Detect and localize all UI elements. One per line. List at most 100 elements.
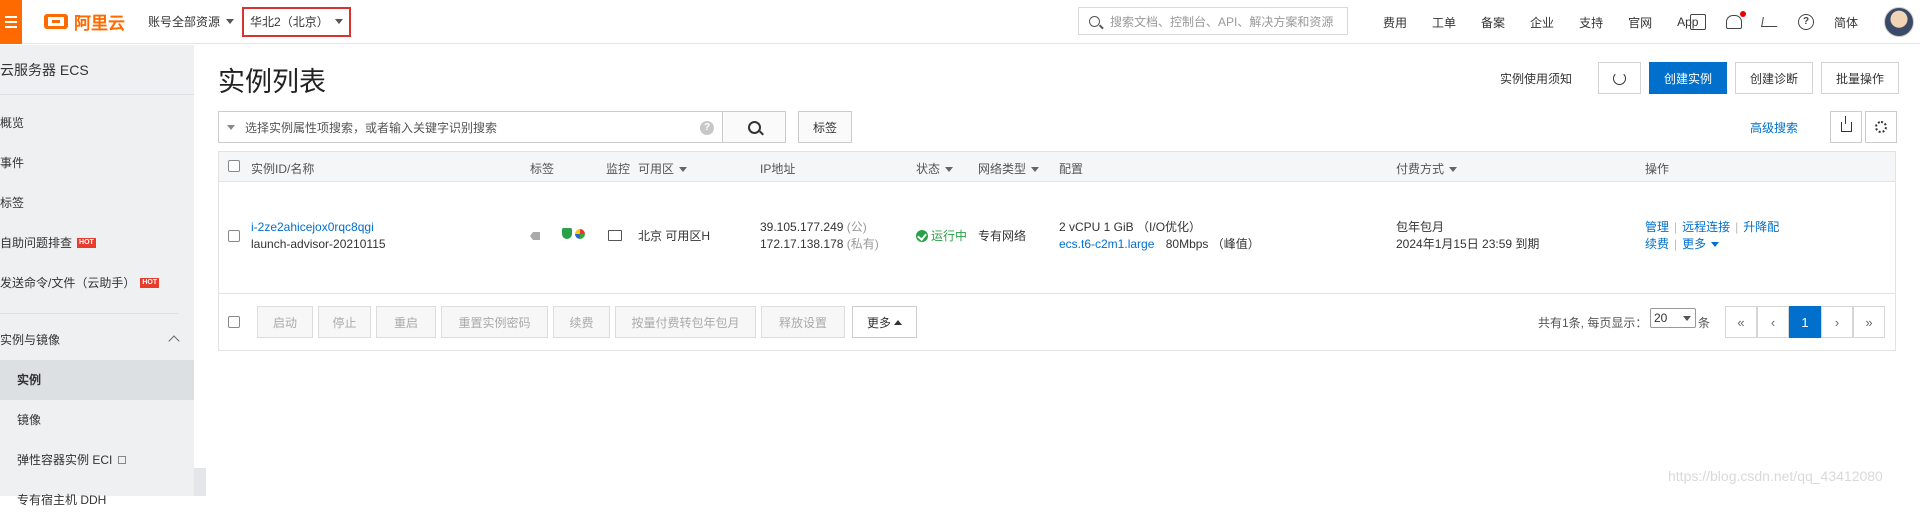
nav-fees[interactable]: 费用 (1383, 14, 1407, 31)
row-actions-line2: 续费 | 更多 (1645, 236, 1720, 253)
sidebar-item-eci[interactable]: 弹性容器实例 ECI (0, 440, 194, 480)
global-search-input[interactable]: 搜索文档、控制台、API、解决方案和资源 (1078, 7, 1348, 35)
create-instance-button[interactable]: 创建实例 (1648, 62, 1727, 94)
stop-button[interactable]: 停止 (318, 306, 371, 338)
help-icon[interactable]: ? (1798, 14, 1814, 30)
sidebar-item-label: 发送命令/文件（云助手） (0, 276, 136, 290)
sidebar-item-events[interactable]: 事件 (0, 143, 194, 183)
more-button[interactable]: 更多 (852, 306, 917, 338)
start-button[interactable]: 启动 (257, 306, 313, 338)
aliyun-logo[interactable]: 阿里云 (44, 9, 125, 34)
download-button[interactable] (1830, 111, 1862, 143)
refresh-button[interactable] (1597, 62, 1641, 94)
next-page-button[interactable]: › (1821, 306, 1853, 338)
sidebar-item-troubleshoot[interactable]: 自助问题排查 HOT (0, 223, 194, 263)
zone-value: 北京 可用区H (638, 229, 711, 243)
aliyun-logo-mark (44, 14, 68, 29)
watermark: https://blog.csdn.net/qq_43412080 (1668, 468, 1883, 484)
search-button[interactable] (723, 111, 786, 143)
console-icon[interactable] (1690, 14, 1706, 30)
sidebar-item-tags[interactable]: 标签 (0, 183, 194, 223)
select-all-checkbox[interactable] (228, 160, 240, 172)
download-icon (1840, 116, 1852, 132)
table-row: i-2ze2ahicejox0rqc8qgi launch-advisor-20… (219, 182, 1895, 294)
help-icon[interactable]: ? (700, 121, 714, 135)
account-label: 账号全部资源 (148, 15, 221, 29)
more-actions-dropdown[interactable]: 更多 (1682, 237, 1720, 251)
page-1-button[interactable]: 1 (1789, 306, 1821, 338)
table-footer: 启动 停止 重启 重置实例密码 续费 按量付费转包年包月 释放设置 更多 共有1… (219, 294, 1895, 350)
account-resources-dropdown[interactable]: 账号全部资源 (148, 13, 235, 30)
settings-button[interactable] (1865, 111, 1897, 143)
restart-button[interactable]: 重启 (376, 306, 436, 338)
nav-official-site[interactable]: 官网 (1628, 14, 1652, 31)
last-page-button[interactable]: » (1853, 306, 1885, 338)
sidebar-item-cloud-assistant[interactable]: 发送命令/文件（云助手） HOT (0, 263, 194, 303)
sidebar-item-overview[interactable]: 概览 (0, 103, 194, 143)
column-zone[interactable]: 可用区 (638, 160, 688, 177)
nav-icp[interactable]: 备案 (1481, 14, 1505, 31)
nav-enterprise[interactable]: 企业 (1530, 14, 1554, 31)
nav-tickets[interactable]: 工单 (1432, 14, 1456, 31)
instance-name: launch-advisor-20210115 (251, 237, 386, 251)
column-tags: 标签 (530, 162, 555, 176)
sidebar-item-instances[interactable]: 实例 (0, 360, 194, 400)
column-billing[interactable]: 付费方式 (1396, 160, 1458, 177)
cart-icon[interactable] (1761, 17, 1779, 27)
prev-page-button[interactable]: ‹ (1757, 306, 1789, 338)
header-actions: 实例使用须知 创建实例 创建诊断 批量操作 (1500, 62, 1899, 94)
renew-button[interactable]: 续费 (553, 306, 610, 338)
top-nav: 费用 工单 备案 企业 支持 官网 App (1383, 0, 1723, 44)
instance-type-link[interactable]: ecs.t6-c2m1.large (1059, 237, 1154, 251)
row-checkbox[interactable] (228, 230, 240, 242)
bell-icon[interactable] (1726, 11, 1746, 29)
instance-id-link[interactable]: i-2ze2ahicejox0rqc8qgi (251, 219, 374, 236)
footer-select-all-checkbox[interactable] (228, 316, 240, 328)
language-switch[interactable]: 简体 (1834, 14, 1858, 31)
manage-link[interactable]: 管理 (1645, 220, 1669, 234)
create-diagnosis-button[interactable]: 创建诊断 (1734, 62, 1813, 94)
instance-notice-link[interactable]: 实例使用须知 (1500, 70, 1572, 87)
billing-type: 包年包月 (1396, 220, 1445, 234)
tag-icon[interactable] (530, 228, 540, 245)
region-selector[interactable]: 华北2（北京） (242, 6, 351, 37)
sidebar-divider (0, 313, 178, 314)
avatar[interactable] (1884, 7, 1915, 37)
tag-filter-button[interactable]: 标签 (798, 111, 853, 143)
sidebar-item-images[interactable]: 镜像 (0, 400, 194, 440)
column-network[interactable]: 网络类型 (978, 160, 1040, 177)
convert-to-subscription-button[interactable]: 按量付费转包年包月 (615, 306, 756, 338)
sidebar-group-instances-images[interactable]: 实例与镜像 (0, 320, 194, 360)
renew-link[interactable]: 续费 (1645, 237, 1669, 251)
hot-badge: HOT (77, 238, 96, 248)
remote-connect-link[interactable]: 远程连接 (1682, 220, 1730, 234)
status-text: 运行中 (931, 229, 968, 243)
page-size-select[interactable]: 20 (1650, 308, 1696, 328)
advanced-search-link[interactable]: 高级搜索 (1750, 119, 1798, 136)
resize-link[interactable]: 升降配 (1743, 220, 1779, 234)
column-status[interactable]: 状态 (916, 160, 954, 177)
private-ip: 172.17.138.178 (私有) (760, 236, 879, 253)
column-ip: IP地址 (760, 162, 796, 176)
instance-filter-input[interactable]: 选择实例属性项搜索，或者输入关键字识别搜索 ? (218, 111, 723, 143)
chevron-down-icon (1031, 167, 1040, 173)
reset-password-button[interactable]: 重置实例密码 (441, 306, 548, 338)
menu-icon[interactable] (0, 0, 22, 44)
sidebar-title: 云服务器 ECS (0, 45, 194, 95)
first-page-button[interactable]: « (1725, 306, 1757, 338)
more-label: 更多 (1682, 237, 1707, 251)
more-label: 更多 (866, 315, 891, 330)
chevron-down-icon (1711, 242, 1720, 248)
sidebar-collapse-handle[interactable] (194, 468, 206, 496)
column-zone-label: 可用区 (638, 162, 675, 176)
sidebar-item-label: 标签 (0, 196, 25, 210)
chevron-up-icon (894, 319, 902, 325)
batch-operations-button[interactable]: 批量操作 (1820, 62, 1899, 94)
release-settings-button[interactable]: 释放设置 (761, 306, 845, 338)
sidebar-item-ddh[interactable]: 专有宿主机 DDH (0, 480, 194, 520)
chevron-down-icon[interactable] (227, 124, 235, 130)
nav-support[interactable]: 支持 (1579, 14, 1603, 31)
column-monitor: 监控 (606, 162, 631, 176)
monitor-icon[interactable] (608, 229, 622, 246)
monitor-shape (608, 230, 622, 241)
